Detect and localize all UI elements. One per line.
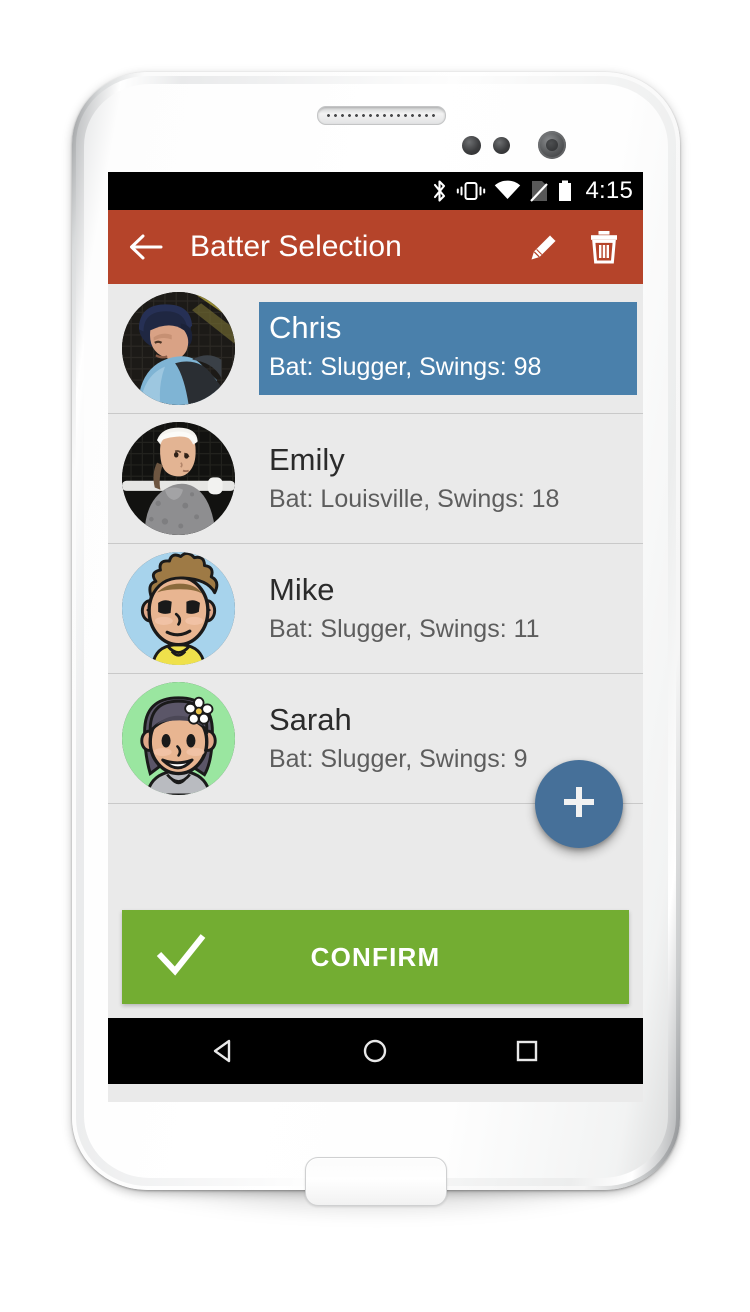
avatar — [122, 292, 235, 405]
app-toolbar: Batter Selection — [108, 210, 643, 284]
batter-details: Bat: Louisville, Swings: 18 — [269, 484, 560, 513]
list-item[interactable]: Mike Bat: Slugger, Swings: 11 — [108, 544, 643, 674]
confirm-button[interactable]: CONFIRM — [122, 910, 629, 1004]
batter-name: Chris — [269, 309, 342, 345]
recents-square-icon[interactable] — [492, 1026, 562, 1076]
earpiece-speaker — [317, 106, 446, 125]
home-circle-icon[interactable] — [340, 1026, 410, 1076]
earpiece-grille — [325, 113, 437, 118]
trash-icon[interactable] — [581, 224, 627, 270]
batter-list: Chris Bat: Slugger, Swings: 98 Emily Bat… — [108, 284, 643, 904]
light-sensor — [493, 137, 510, 154]
list-item[interactable]: Chris Bat: Slugger, Swings: 98 — [108, 284, 643, 414]
front-camera — [538, 131, 566, 159]
plus-icon — [556, 779, 602, 830]
android-navigation-bar — [108, 1018, 643, 1084]
pencil-icon[interactable] — [521, 224, 567, 270]
list-item-text: Mike Bat: Slugger, Swings: 11 — [259, 544, 643, 673]
list-item-text: Chris Bat: Slugger, Swings: 98 — [259, 301, 637, 396]
avatar — [122, 682, 235, 795]
bluetooth-icon — [431, 179, 448, 203]
avatar — [122, 422, 235, 535]
back-triangle-icon[interactable] — [189, 1026, 259, 1076]
proximity-sensor — [462, 136, 481, 155]
battery-icon — [557, 179, 573, 203]
batter-name: Sarah — [269, 701, 352, 737]
back-arrow-icon[interactable] — [124, 225, 168, 269]
list-item-text: Emily Bat: Louisville, Swings: 18 — [259, 414, 643, 543]
batter-name: Mike — [269, 571, 335, 607]
status-bar-clock: 4:15 — [585, 177, 633, 204]
list-item[interactable]: Emily Bat: Louisville, Swings: 18 — [108, 414, 643, 544]
vibrate-icon — [456, 179, 486, 203]
no-sim-icon — [529, 179, 549, 203]
confirm-label: CONFIRM — [310, 941, 441, 972]
avatar — [122, 552, 235, 665]
status-bar: 4:15 — [108, 172, 643, 210]
batter-details: Bat: Slugger, Swings: 11 — [269, 614, 540, 643]
phone-screen: 4:15 Batter Selection Chris Bat: Slugger… — [108, 172, 643, 1102]
confirm-area: CONFIRM — [108, 904, 643, 1018]
page-title: Batter Selection — [190, 230, 402, 263]
home-button[interactable] — [305, 1157, 447, 1206]
batter-details: Bat: Slugger, Swings: 98 — [269, 352, 542, 381]
wifi-icon — [494, 180, 521, 202]
list-empty-area — [108, 760, 643, 904]
batter-name: Emily — [269, 441, 345, 477]
add-batter-fab[interactable] — [535, 760, 623, 848]
